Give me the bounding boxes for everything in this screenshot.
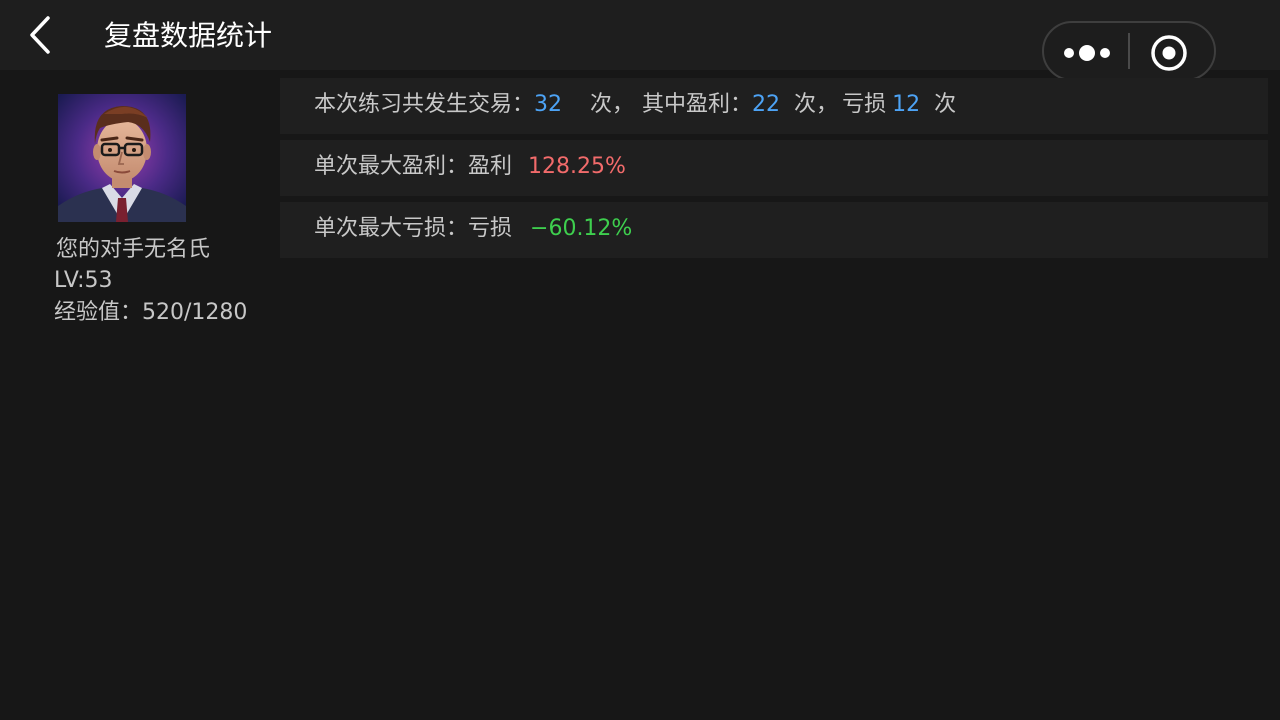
- max-profit-text: 单次最大盈利：盈利 128.25%: [314, 152, 626, 182]
- opponent-exp: 经验值：520/1280: [54, 300, 248, 325]
- profit-count-value: 22: [752, 92, 781, 117]
- loss-count-value: 12: [892, 92, 921, 117]
- mini-program-capsule: [1042, 21, 1216, 81]
- times-label: 次，: [590, 92, 635, 117]
- back-button[interactable]: [22, 12, 62, 58]
- max-profit-value: 128.25%: [528, 154, 626, 179]
- more-button[interactable]: [1044, 23, 1128, 79]
- opponent-name: 您的对手无名氏: [56, 237, 211, 262]
- opponent-level: LV:53: [54, 268, 113, 293]
- close-button[interactable]: [1130, 23, 1214, 79]
- max-loss-text: 单次最大亏损：亏损 −60.12%: [314, 214, 632, 244]
- max-loss-value: −60.12%: [530, 216, 633, 241]
- max-loss-label: 单次最大亏损：亏损: [314, 216, 513, 241]
- more-dots-icon: [1064, 45, 1110, 61]
- trade-count-text: 本次练习共发生交易：32 次， 其中盈利：22 次， 亏损 12 次: [314, 90, 956, 120]
- chevron-left-icon: [30, 16, 50, 54]
- times-label: 次: [934, 92, 957, 117]
- total-trades-value: 32: [534, 92, 563, 117]
- max-profit-label: 单次最大盈利：盈利: [314, 154, 513, 179]
- times-label: 次，: [794, 92, 839, 117]
- loss-prefix: 亏损: [842, 92, 887, 117]
- max-loss-row: 单次最大亏损：亏损 −60.12%: [280, 202, 1268, 258]
- target-close-icon: [1151, 35, 1187, 71]
- trades-prefix: 本次练习共发生交易：: [314, 92, 535, 117]
- max-profit-row: 单次最大盈利：盈利 128.25%: [280, 140, 1268, 196]
- page-title: 复盘数据统计: [104, 19, 273, 52]
- opponent-avatar: [58, 94, 186, 222]
- profit-prefix: 其中盈利：: [642, 92, 753, 117]
- trade-count-row: 本次练习共发生交易：32 次， 其中盈利：22 次， 亏损 12 次: [280, 78, 1268, 134]
